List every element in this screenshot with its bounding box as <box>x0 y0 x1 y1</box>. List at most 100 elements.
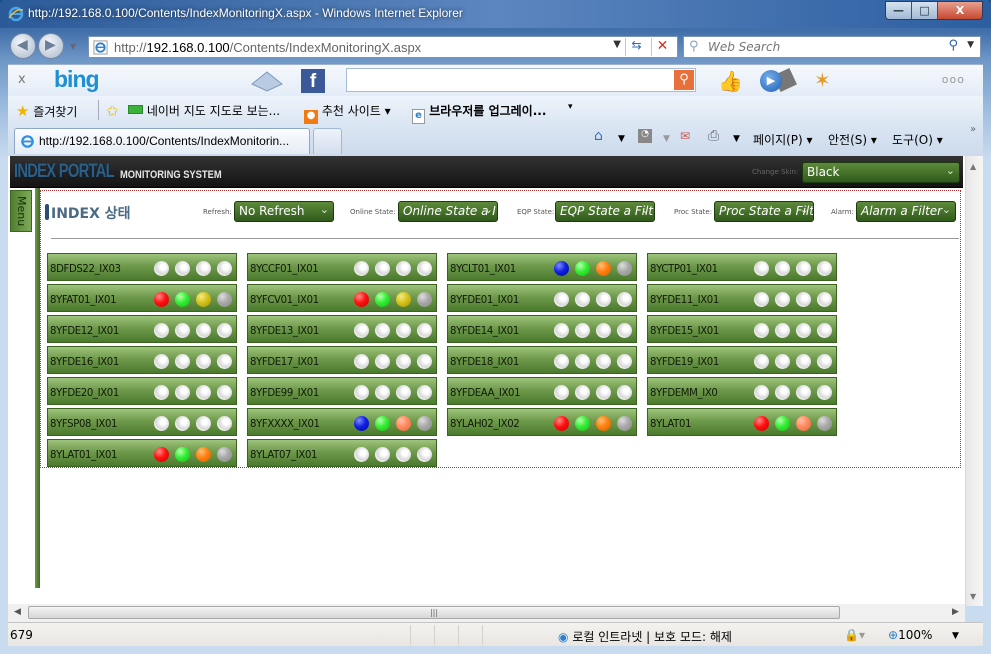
stop-icon[interactable]: ✕ <box>651 38 673 56</box>
toolbar-close-icon[interactable]: x <box>18 72 26 87</box>
facebook-icon[interactable]: f <box>301 69 325 93</box>
index-card[interactable]: 8YFDE13_IX01 <box>247 315 437 343</box>
index-card[interactable]: 8YFDE16_IX01 <box>47 346 237 374</box>
address-bar[interactable]: http://192.168.0.100/Contents/IndexMonit… <box>88 36 678 58</box>
favorite-link-1[interactable]: 네이버 지도 지도로 보는... <box>128 102 280 119</box>
index-card[interactable]: 8YFDE17_IX01 <box>247 346 437 374</box>
scroll-left-icon[interactable]: ◀ <box>14 607 21 617</box>
index-card[interactable]: 8YFDE19_IX01 <box>647 346 837 374</box>
address-url[interactable]: http://192.168.0.100/Contents/IndexMonit… <box>114 40 421 55</box>
bing-search-button[interactable]: ⚲ <box>674 70 694 90</box>
page-icon: e <box>412 109 425 124</box>
index-card[interactable]: 8YFDE01_IX01 <box>447 284 637 312</box>
forward-button[interactable]: ▶ <box>38 33 64 59</box>
scroll-right-icon[interactable]: ▶ <box>952 607 959 617</box>
status-light-white <box>817 354 832 369</box>
like-icon[interactable]: 👍 <box>718 69 743 93</box>
proc-state-select[interactable]: Proc State a Filt ⌄ <box>714 201 814 222</box>
tab-label: http://192.168.0.100/Contents/IndexMonit… <box>39 134 290 148</box>
search-go-icon[interactable]: ⚲ <box>948 38 958 53</box>
status-light-white <box>575 292 590 307</box>
status-light-gray <box>217 447 232 462</box>
zoom-level[interactable]: ⊕100% <box>888 628 932 642</box>
scroll-thumb[interactable]: ||| <box>28 606 840 619</box>
bing-logo[interactable]: bing <box>54 66 100 93</box>
index-card[interactable]: 8YLAH02_IX02 <box>447 408 637 436</box>
index-card[interactable]: 8YFDE20_IX01 <box>47 377 237 405</box>
tools-menu[interactable]: 도구(O) ▾ <box>892 131 943 148</box>
feeds-dropdown-icon[interactable]: ▼ <box>663 134 670 144</box>
index-card[interactable]: 8YLAT01 <box>647 408 837 436</box>
feeds-icon[interactable]: ◔ <box>638 129 652 143</box>
online-state-select[interactable]: Online State a I ⌄ <box>398 201 498 222</box>
menu-tab[interactable]: Menu <box>10 190 32 232</box>
forward-arrow-icon: ▶ <box>45 37 56 53</box>
divider <box>482 625 483 645</box>
index-card[interactable]: 8YFDEAA_IX01 <box>447 377 637 405</box>
video-icon[interactable]: ▶ <box>760 70 782 92</box>
history-dropdown-icon[interactable]: ▼ <box>70 42 76 51</box>
page-menu[interactable]: 페이지(P) ▾ <box>753 131 813 148</box>
refresh-select[interactable]: No Refresh ⌄ <box>234 201 334 222</box>
home-icon[interactable]: ⌂ <box>594 128 603 144</box>
index-card[interactable]: 8YFDE14_IX01 <box>447 315 637 343</box>
maximize-button[interactable]: □ <box>912 2 938 19</box>
index-card[interactable]: 8YLAT01_IX01 <box>47 439 237 467</box>
index-card[interactable]: 8YFDE99_IX01 <box>247 377 437 405</box>
security-zone[interactable]: ◉ 로컬 인트라넷 | 보호 모드: 해제 <box>558 628 732 645</box>
favorite-link-3[interactable]: e 브라우저를 업그레이... <box>412 102 546 124</box>
index-card[interactable]: 8YFAT01_IX01 <box>47 284 237 312</box>
zoom-dropdown-icon[interactable]: ▼ <box>952 631 959 641</box>
eqp-state-select[interactable]: EQP State a Filt ⌄ <box>555 201 655 222</box>
safety-menu[interactable]: 안전(S) ▾ <box>828 131 877 148</box>
status-light-white <box>796 385 811 400</box>
index-card[interactable]: 8YLAT07_IX01 <box>247 439 437 467</box>
add-favorite-icon[interactable]: ✩ <box>106 102 119 120</box>
skin-select[interactable]: Black ⌄ <box>802 162 960 183</box>
alarm-select[interactable]: Alarm a Filter ⌄ <box>856 201 956 222</box>
tab-current[interactable]: http://192.168.0.100/Contents/IndexMonit… <box>14 128 310 154</box>
favorites-button[interactable]: ★ 즐겨찾기 <box>16 102 77 120</box>
index-card[interactable]: 8DFDS22_IX03 <box>47 253 237 281</box>
horizontal-scrollbar[interactable]: ◀ ||| ▶ <box>8 604 965 622</box>
close-button[interactable]: X <box>938 2 982 19</box>
new-tab-button[interactable] <box>313 128 342 154</box>
status-light-white <box>217 323 232 338</box>
address-dropdown-icon[interactable]: ▼ <box>613 39 621 50</box>
print-dropdown-icon[interactable]: ▼ <box>733 134 740 144</box>
index-card[interactable]: 8YCCF01_IX01 <box>247 253 437 281</box>
bing-search-input[interactable] <box>346 68 696 92</box>
web-search-input[interactable] <box>708 39 938 55</box>
index-card[interactable]: 8YFDEMM_IX0 <box>647 377 837 405</box>
toolbar-more-icon[interactable]: ooo <box>942 73 965 86</box>
status-light-white <box>175 261 190 276</box>
mail-icon[interactable] <box>250 70 284 92</box>
read-mail-icon[interactable]: ✉ <box>680 129 690 143</box>
back-button[interactable]: ◀ <box>10 33 36 59</box>
index-card[interactable]: 8YFSP08_IX01 <box>47 408 237 436</box>
status-light-white <box>775 292 790 307</box>
index-card[interactable]: 8YFDE12_IX01 <box>47 315 237 343</box>
scroll-up-icon[interactable]: ▲ <box>970 162 976 171</box>
favorites-more-icon[interactable]: ▾ <box>568 102 573 112</box>
search-dropdown-icon[interactable]: ▼ <box>967 40 974 50</box>
protected-mode-icon[interactable]: 🔒▾ <box>844 628 865 642</box>
index-card[interactable]: 8YCLT01_IX01 <box>447 253 637 281</box>
web-search-box[interactable]: ⚲ ⚲ ▼ <box>683 36 981 58</box>
index-card[interactable]: 8YFCV01_IX01 <box>247 284 437 312</box>
minimize-button[interactable]: — <box>886 2 912 19</box>
command-overflow-icon[interactable]: » <box>970 124 976 135</box>
scroll-down-icon[interactable]: ▼ <box>970 592 976 601</box>
refresh-icon[interactable]: ⇆ <box>625 38 647 56</box>
index-card[interactable]: 8YCTP01_IX01 <box>647 253 837 281</box>
index-card[interactable]: 8YFDE11_IX01 <box>647 284 837 312</box>
favorite-link-2[interactable]: ● 추천 사이트 ▾ <box>304 102 391 125</box>
print-icon[interactable]: ⎙ <box>708 128 719 144</box>
index-card[interactable]: 8YFDE18_IX01 <box>447 346 637 374</box>
vertical-scrollbar[interactable]: ▲ ▼ <box>965 156 983 606</box>
zoom-icon: ⊕ <box>888 628 899 642</box>
index-card[interactable]: 8YFDE15_IX01 <box>647 315 837 343</box>
home-dropdown-icon[interactable]: ▼ <box>618 134 625 144</box>
index-card[interactable]: 8YFXXXX_IX01 <box>247 408 437 436</box>
translate-icon[interactable]: ✶ <box>814 68 831 92</box>
